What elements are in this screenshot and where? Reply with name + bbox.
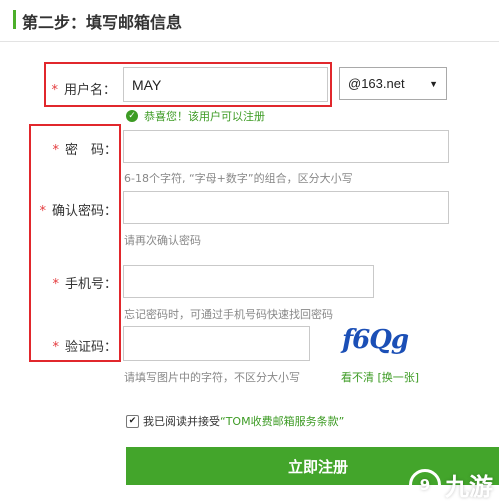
required-mark: * bbox=[52, 143, 59, 158]
step-marker bbox=[13, 10, 16, 29]
captcha-label-text: 验证码： bbox=[64, 340, 117, 355]
confirm-password-label: * 确认密码： bbox=[35, 200, 117, 219]
confirm-password-label-text: 确认密码： bbox=[51, 204, 117, 219]
required-mark: * bbox=[52, 277, 59, 292]
phone-input[interactable] bbox=[123, 265, 374, 298]
password-label-text: 密 码： bbox=[64, 143, 117, 158]
password-label: * 密 码： bbox=[35, 139, 117, 158]
confirm-password-input[interactable] bbox=[123, 191, 449, 224]
header-divider bbox=[0, 41, 499, 42]
captcha-input[interactable] bbox=[123, 326, 310, 361]
username-value: MAY bbox=[132, 76, 162, 93]
required-mark: * bbox=[51, 83, 58, 98]
check-circle-icon: ✓ bbox=[126, 110, 138, 122]
domain-select-value: @163.net bbox=[348, 76, 405, 91]
terms-link[interactable]: “TOM收费邮箱服务条款” bbox=[220, 413, 344, 429]
jiuyou-logo-icon: 9 bbox=[409, 468, 441, 501]
captcha-refresh-link[interactable]: 看不清 [换一张] bbox=[341, 369, 419, 385]
agree-text: 我已阅读并接受 bbox=[143, 415, 220, 428]
captcha-hint: 请填写图片中的字符，不区分大小写 bbox=[124, 371, 300, 384]
watermark-text: 九游 bbox=[445, 473, 493, 501]
password-hint: 6-18个字符, “字母+数字”的组合，区分大小写 bbox=[124, 172, 353, 185]
captcha-label: * 验证码： bbox=[35, 336, 117, 355]
step-header: 第二步：填写邮箱信息 bbox=[0, 0, 499, 42]
domain-select[interactable]: @163.net ▼ bbox=[339, 67, 447, 100]
username-input[interactable]: MAY bbox=[123, 67, 328, 102]
chevron-down-icon: ▼ bbox=[429, 78, 438, 89]
phone-label: * 手机号： bbox=[35, 273, 117, 292]
step-title: 第二步：填写邮箱信息 bbox=[22, 13, 183, 32]
required-mark: * bbox=[39, 204, 46, 219]
agreement-row: ✔ 我已阅读并接受 “TOM收费邮箱服务条款” bbox=[126, 413, 344, 429]
username-label-text: 用户名： bbox=[63, 83, 116, 98]
watermark: 9 九游 bbox=[409, 467, 493, 502]
agree-checkbox[interactable]: ✔ bbox=[126, 414, 139, 428]
confirm-password-hint: 请再次确认密码 bbox=[124, 234, 201, 247]
username-label: * 用户名： bbox=[50, 79, 116, 98]
phone-hint: 忘记密码时，可通过手机号码快速找回密码 bbox=[124, 308, 333, 321]
required-mark: * bbox=[52, 340, 59, 355]
labels-highlight bbox=[29, 124, 121, 362]
captcha-image[interactable]: f6Qg bbox=[342, 325, 409, 355]
password-input[interactable] bbox=[123, 130, 449, 163]
username-success-hint: ✓ 恭喜您！该用户可以注册 bbox=[126, 108, 265, 124]
username-success-text: 恭喜您！该用户可以注册 bbox=[144, 110, 265, 123]
phone-label-text: 手机号： bbox=[64, 277, 117, 292]
